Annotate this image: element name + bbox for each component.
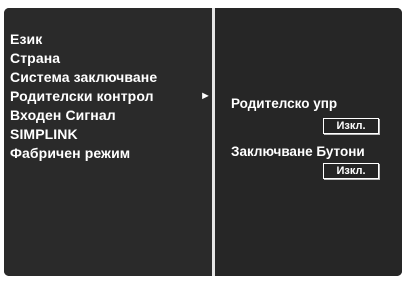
menu-item-label: Входен Сигнал <box>10 107 116 123</box>
menu-item-label: Фабричен режим <box>10 145 131 161</box>
menu-item-label: Страна <box>10 50 61 66</box>
submenu-panel: Родителско упр Изкл. Заключване Бутони И… <box>215 8 402 276</box>
main-menu-list: Език Страна Система заключване Родителск… <box>10 30 214 163</box>
parental-control-value[interactable]: Изкл. <box>323 118 379 134</box>
menu-item-language[interactable]: Език <box>10 30 214 49</box>
menu-item-factory-mode[interactable]: Фабричен режим <box>10 144 214 163</box>
key-lock-value[interactable]: Изкл. <box>323 163 379 179</box>
submenu-arrow-icon: ► <box>200 90 211 102</box>
menu-item-simplink[interactable]: SIMPLINK <box>10 125 214 144</box>
menu-item-input-signal[interactable]: Входен Сигнал <box>10 106 214 125</box>
menu-item-label: Език <box>10 31 43 47</box>
menu-item-label: SIMPLINK <box>10 126 78 142</box>
key-lock-label: Заключване Бутони <box>231 144 365 159</box>
parental-control-label: Родителско упр <box>231 96 338 111</box>
main-menu-panel: Език Страна Система заключване Родителск… <box>4 8 212 276</box>
menu-item-label: Родителски контрол <box>10 88 154 104</box>
menu-item-lock-system[interactable]: Система заключване <box>10 68 214 87</box>
menu-item-label: Система заключване <box>10 69 158 85</box>
tv-menu-screen: Език Страна Система заключване Родителск… <box>4 8 402 276</box>
menu-item-country[interactable]: Страна <box>10 49 214 68</box>
menu-item-parental-control[interactable]: Родителски контрол ► <box>10 87 214 106</box>
